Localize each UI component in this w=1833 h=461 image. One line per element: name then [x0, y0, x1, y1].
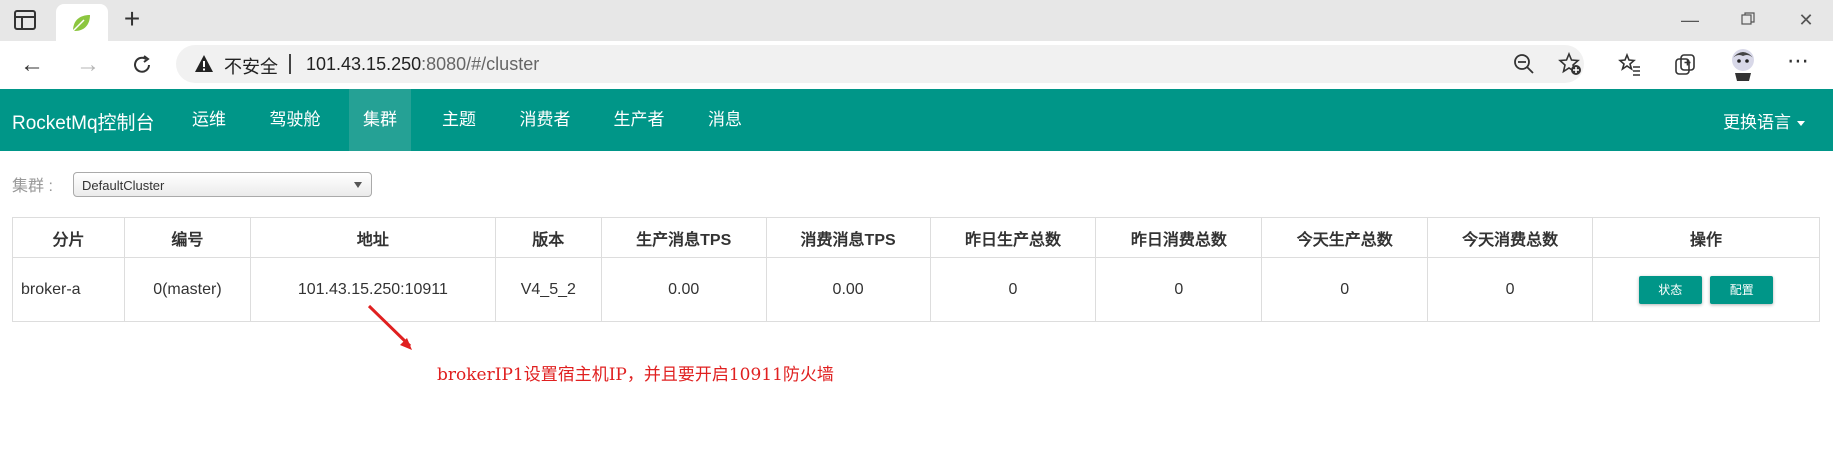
cell-consume-tps: 0.00 [765, 257, 931, 322]
language-dropdown[interactable]: 更换语言 [1723, 108, 1805, 133]
refresh-icon[interactable] [126, 49, 158, 81]
column-header: 今天生产总数 [1261, 217, 1429, 258]
cluster-select-value: DefaultCluster [82, 178, 165, 193]
favorites-icon[interactable] [1618, 53, 1642, 77]
nav-message[interactable]: 消息 [696, 89, 754, 151]
nav-consumer[interactable]: 消费者 [510, 89, 580, 151]
column-header: 生产消息TPS [600, 217, 767, 258]
browser-toolbar: ← → 不安全 101.43.15.250:8080/#/cluster ⋯ [0, 41, 1833, 89]
app-navbar: RocketMq控制台 运维 驾驶舱 集群 主题 消费者 生产者 消息 更换语言 [0, 89, 1833, 151]
address-separator [289, 54, 291, 74]
url-text[interactable]: 101.43.15.250:8080/#/cluster [306, 54, 539, 75]
cell-shard: broker-a [12, 257, 125, 322]
browser-tab-bar: + — ✕ [0, 0, 1833, 41]
minimize-icon[interactable]: — [1678, 8, 1702, 32]
column-header: 昨日消费总数 [1095, 217, 1263, 258]
column-header: 编号 [123, 217, 251, 258]
cell-actions: 状态 配置 [1592, 257, 1820, 322]
caret-down-icon [1797, 121, 1805, 127]
leaf-favicon-icon [72, 15, 90, 32]
nav-dashboard[interactable]: 驾驶舱 [262, 89, 328, 151]
zoom-out-icon[interactable] [1512, 52, 1536, 76]
cell-yesterday-produce: 0 [929, 257, 1097, 322]
back-icon[interactable]: ← [16, 49, 48, 81]
column-header: 版本 [494, 217, 602, 258]
collections-icon[interactable] [1673, 53, 1697, 77]
nav-cluster[interactable]: 集群 [349, 89, 411, 151]
cell-yesterday-consume: 0 [1095, 257, 1263, 322]
table-row: broker-a 0(master) 101.43.15.250:10911 V… [12, 257, 1820, 322]
column-header: 昨日生产总数 [929, 217, 1097, 258]
profile-avatar[interactable] [1727, 47, 1759, 81]
column-header: 分片 [12, 217, 125, 258]
cell-today-produce: 0 [1261, 257, 1429, 322]
nav-ops[interactable]: 运维 [176, 89, 242, 151]
browser-tab[interactable] [56, 4, 108, 41]
forward-icon[interactable]: → [72, 49, 104, 81]
nav-producer[interactable]: 生产者 [604, 89, 674, 151]
nav-topic[interactable]: 主题 [428, 89, 490, 151]
security-status-label[interactable]: 不安全 [224, 53, 278, 79]
broker-table: 分片 编号 地址 版本 生产消息TPS 消费消息TPS 昨日生产总数 昨日消费总… [12, 217, 1820, 322]
cell-today-consume: 0 [1427, 257, 1594, 322]
annotation-note: brokerIP1设置宿主机IP，并且要开启10911防火墙 [437, 365, 834, 385]
cell-produce-tps: 0.00 [600, 257, 767, 322]
address-bar[interactable]: 不安全 101.43.15.250:8080/#/cluster [176, 45, 1584, 83]
cluster-select[interactable]: DefaultCluster [73, 172, 372, 197]
new-tab-button[interactable]: + [118, 5, 146, 34]
cell-version: V4_5_2 [494, 257, 602, 322]
cluster-label: 集群 : [12, 178, 53, 195]
tab-actions-icon[interactable] [14, 10, 36, 30]
more-options-icon[interactable]: ⋯ [1787, 49, 1811, 73]
warning-icon[interactable] [194, 54, 214, 74]
add-favorite-icon[interactable] [1558, 52, 1582, 76]
annotation-arrow-icon [367, 304, 412, 350]
app-brand[interactable]: RocketMq控制台 [12, 108, 155, 135]
column-header: 操作 [1592, 217, 1820, 258]
url-path: :8080/#/cluster [421, 54, 540, 74]
column-header: 今天消费总数 [1427, 217, 1594, 258]
url-host: 101.43.15.250 [306, 54, 422, 74]
close-window-icon[interactable]: ✕ [1794, 8, 1818, 32]
restore-icon[interactable] [1736, 8, 1760, 32]
status-button[interactable]: 状态 [1638, 275, 1702, 304]
config-button[interactable]: 配置 [1710, 275, 1774, 304]
language-label: 更换语言 [1723, 113, 1791, 132]
column-header: 消费消息TPS [765, 217, 931, 258]
chevron-down-icon [354, 182, 362, 188]
cell-id: 0(master) [123, 257, 251, 322]
column-header: 地址 [249, 217, 496, 258]
table-header-row: 分片 编号 地址 版本 生产消息TPS 消费消息TPS 昨日生产总数 昨日消费总… [12, 217, 1820, 258]
